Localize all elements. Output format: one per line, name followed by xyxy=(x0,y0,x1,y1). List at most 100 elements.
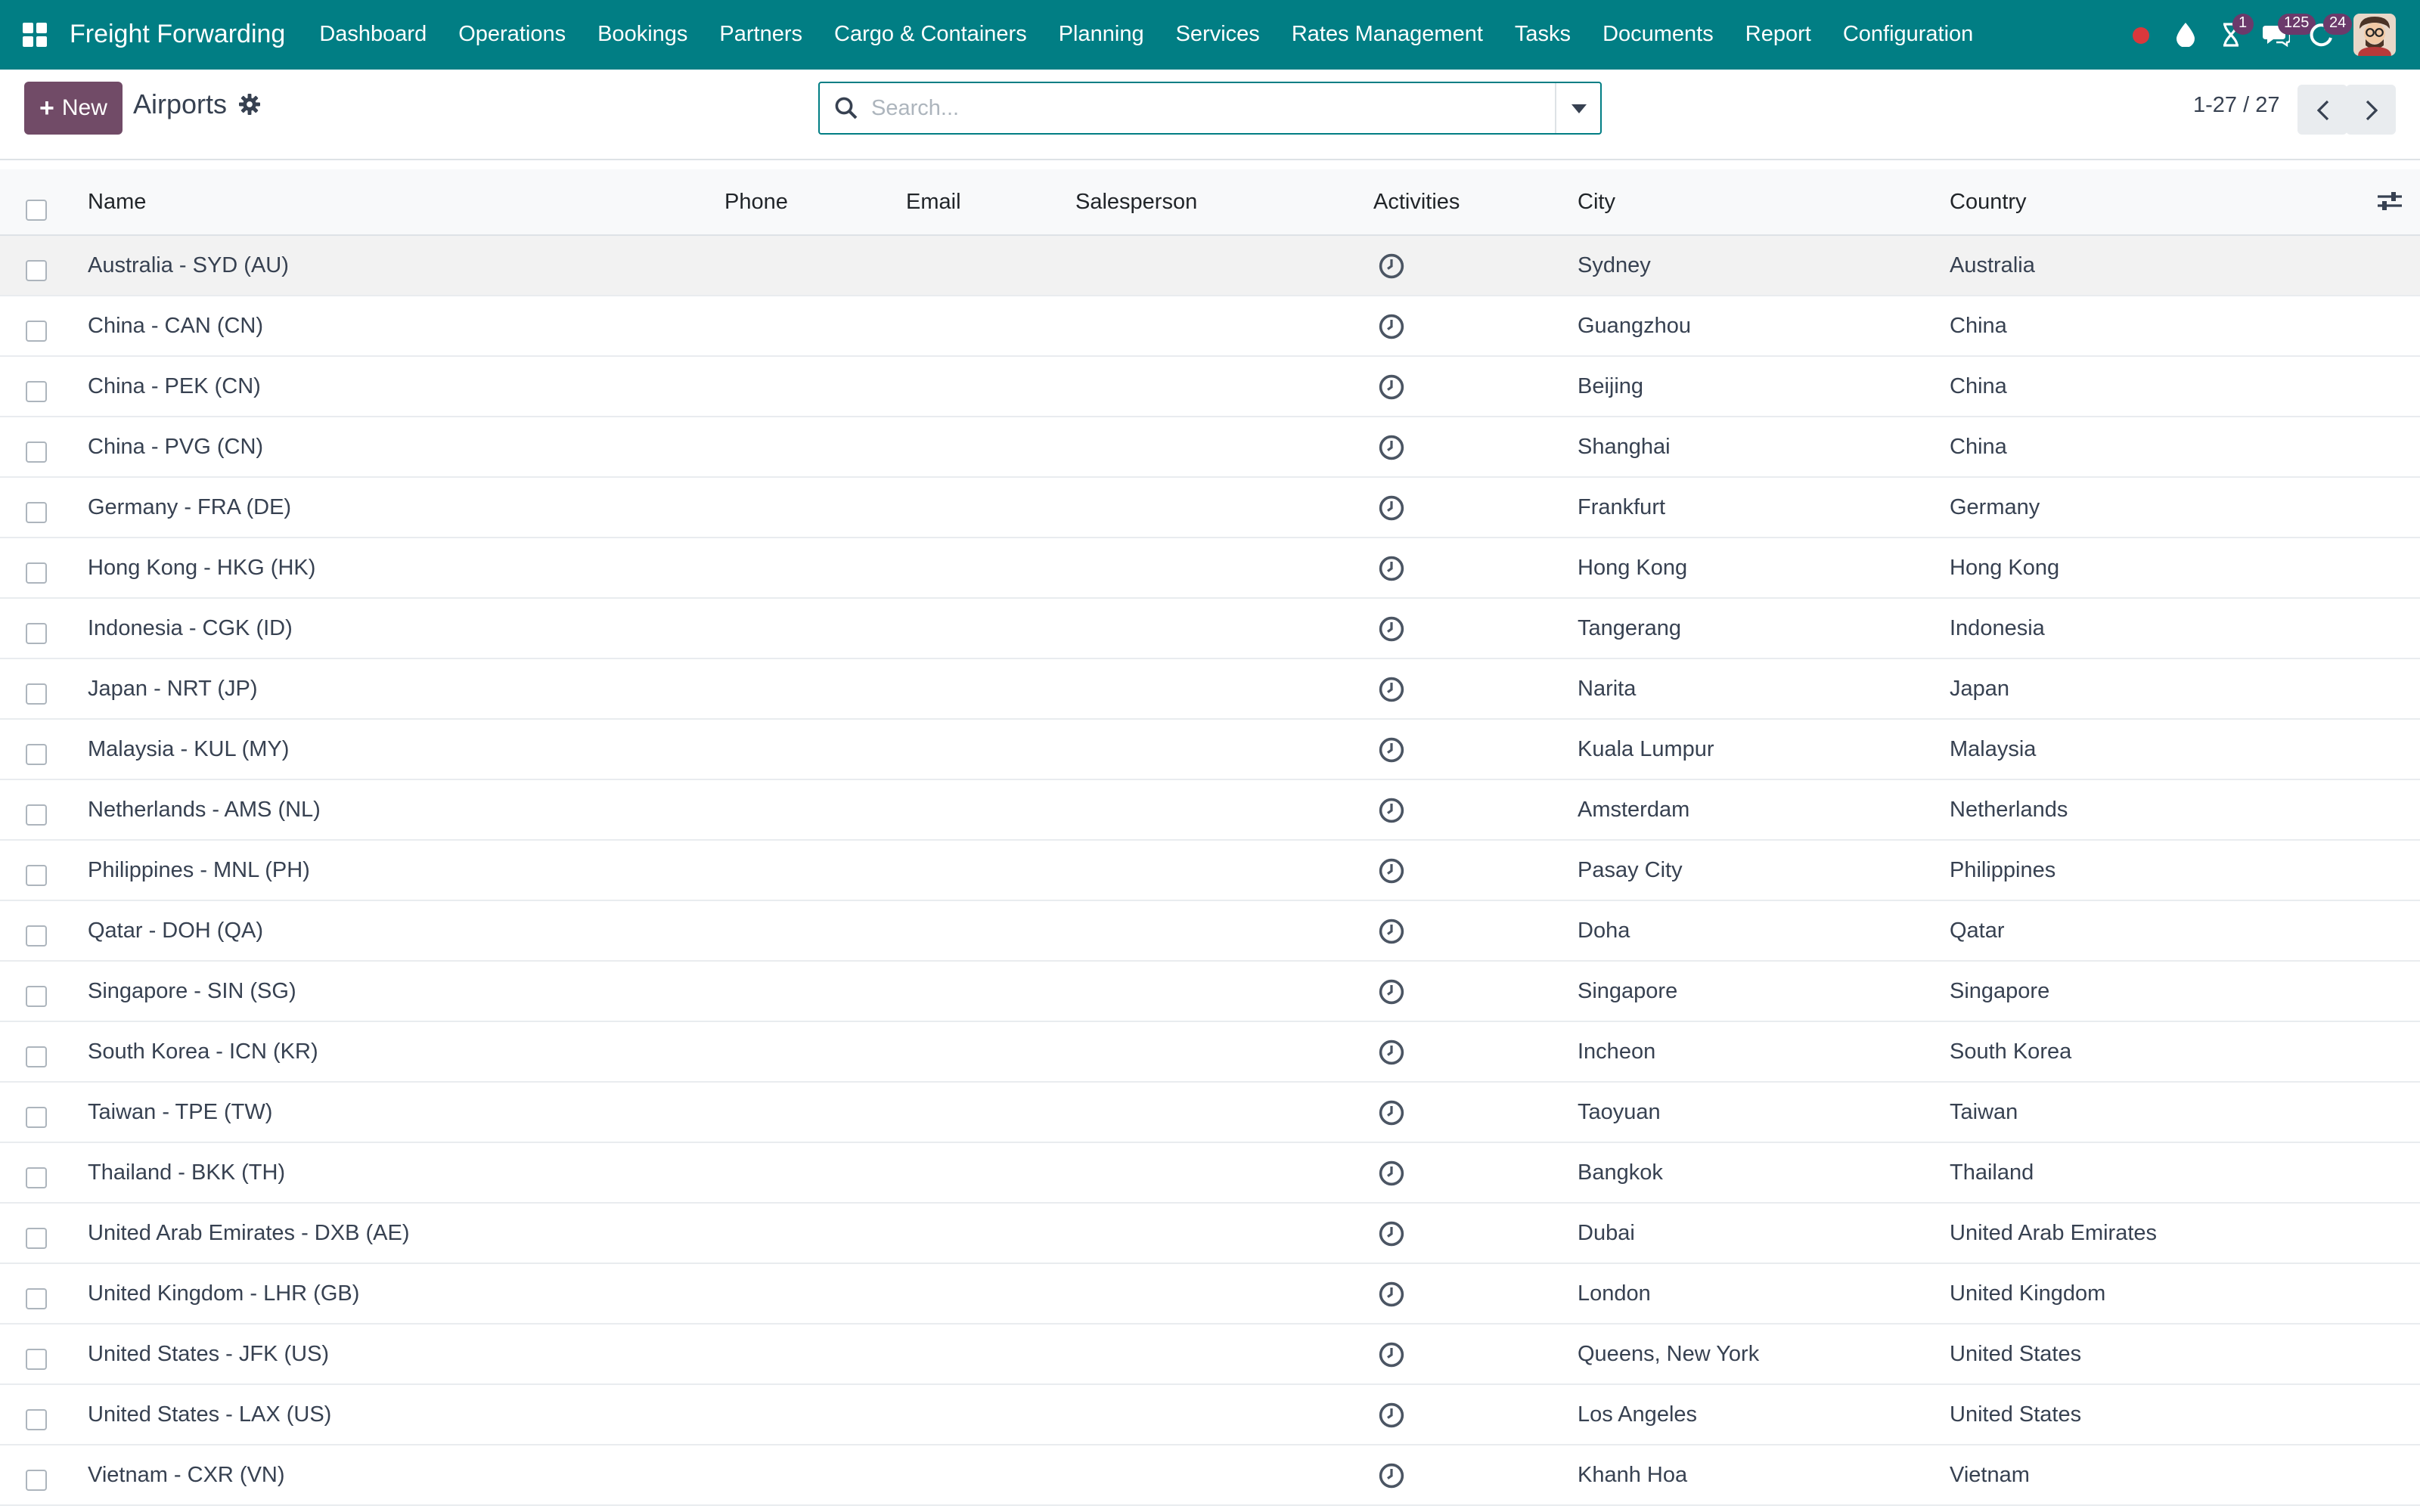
table-row[interactable]: Germany - FRA (DE) Frankfurt Germany xyxy=(0,478,2420,538)
column-header-name[interactable]: Name xyxy=(88,169,146,236)
table-row[interactable]: United States - LAX (US) Los Angeles Unite… xyxy=(0,1385,2420,1445)
table-row[interactable]: China - PEK (CN) Beijing China xyxy=(0,357,2420,417)
drop-button[interactable] xyxy=(2163,0,2208,70)
row-checkbox[interactable] xyxy=(26,502,47,523)
row-checkbox[interactable] xyxy=(26,1046,47,1067)
messages-button[interactable]: 125 xyxy=(2254,0,2316,70)
activity-clock-icon[interactable] xyxy=(1378,1220,1405,1247)
activity-clock-icon[interactable] xyxy=(1378,918,1405,945)
activity-clock-icon[interactable] xyxy=(1378,1160,1405,1187)
menu-item-documents[interactable]: Documents xyxy=(1587,0,1730,70)
row-checkbox[interactable] xyxy=(26,1228,47,1249)
row-checkbox[interactable] xyxy=(26,1349,47,1370)
table-row[interactable]: Hong Kong - HKG (HK) Hong Kong Hong Kong xyxy=(0,538,2420,599)
activity-clock-icon[interactable] xyxy=(1378,797,1405,824)
activity-clock-icon[interactable] xyxy=(1378,494,1405,522)
apps-menu-button[interactable] xyxy=(0,0,70,70)
activity-clock-icon[interactable] xyxy=(1378,1039,1405,1066)
menu-item-report[interactable]: Report xyxy=(1730,0,1827,70)
activity-clock-icon[interactable] xyxy=(1378,857,1405,885)
table-row[interactable]: Netherlands - AMS (NL) Amsterdam Netherlan… xyxy=(0,780,2420,841)
table-row[interactable]: Vietnam - CXR (VN) Khanh Hoa Vietnam xyxy=(0,1445,2420,1506)
activity-clock-icon[interactable] xyxy=(1378,1402,1405,1429)
user-avatar[interactable] xyxy=(2353,14,2396,56)
search-input[interactable] xyxy=(871,85,1555,132)
select-all-checkbox[interactable] xyxy=(26,200,47,221)
row-checkbox[interactable] xyxy=(26,925,47,947)
row-checkbox[interactable] xyxy=(26,260,47,281)
activity-clock-icon[interactable] xyxy=(1378,736,1405,764)
row-checkbox[interactable] xyxy=(26,562,47,584)
table-row[interactable]: Australia - SYD (AU) Sydney Australia xyxy=(0,236,2420,296)
activity-clock-icon[interactable] xyxy=(1378,615,1405,643)
table-row[interactable]: Indonesia - CGK (ID) Tangerang Indonesia xyxy=(0,599,2420,659)
table-row[interactable]: Singapore - SIN (SG) Singapore Singapore xyxy=(0,962,2420,1022)
row-checkbox[interactable] xyxy=(26,623,47,644)
row-checkbox[interactable] xyxy=(26,1409,47,1430)
menu-item-dashboard[interactable]: Dashboard xyxy=(303,0,442,70)
optional-columns-sliders-icon[interactable] xyxy=(2376,187,2403,215)
row-checkbox[interactable] xyxy=(26,986,47,1007)
activity-clock-icon[interactable] xyxy=(1378,978,1405,1005)
gear-icon[interactable] xyxy=(239,94,260,115)
activity-clock-icon[interactable] xyxy=(1378,555,1405,582)
row-checkbox[interactable] xyxy=(26,1288,47,1309)
pager-next-button[interactable] xyxy=(2346,85,2396,135)
table-row[interactable]: South Korea - ICN (KR) Incheon South Korea xyxy=(0,1022,2420,1083)
row-checkbox[interactable] xyxy=(26,442,47,463)
row-checkbox[interactable] xyxy=(26,1107,47,1128)
table-row[interactable]: Malaysia - KUL (MY) Kuala Lumpur Malaysia xyxy=(0,720,2420,780)
row-checkbox[interactable] xyxy=(26,683,47,705)
record-indicator[interactable] xyxy=(2118,0,2163,70)
menu-item-operations[interactable]: Operations xyxy=(442,0,582,70)
activity-clock-icon[interactable] xyxy=(1378,1462,1405,1489)
table-row[interactable]: Philippines - MNL (PH) Pasay City Philippi… xyxy=(0,841,2420,901)
column-header-salesperson[interactable]: Salesperson xyxy=(1075,169,1197,236)
new-button[interactable]: + New xyxy=(24,82,123,135)
pager-value[interactable]: 1-27 / 27 xyxy=(2193,94,2280,118)
pager-previous-button[interactable] xyxy=(2297,85,2347,135)
menu-item-services[interactable]: Services xyxy=(1160,0,1276,70)
table-row[interactable]: China - PVG (CN) Shanghai China xyxy=(0,417,2420,478)
row-checkbox[interactable] xyxy=(26,1167,47,1188)
activity-clock-icon[interactable] xyxy=(1378,1281,1405,1308)
column-header-activities[interactable]: Activities xyxy=(1373,169,1460,236)
column-header-phone[interactable]: Phone xyxy=(724,169,788,236)
menu-item-cargo-containers[interactable]: Cargo & Containers xyxy=(818,0,1043,70)
table-row[interactable]: Japan - NRT (JP) Narita Japan xyxy=(0,659,2420,720)
table-row[interactable]: China - CAN (CN) Guangzhou China xyxy=(0,296,2420,357)
updates-button[interactable]: 24 xyxy=(2299,0,2353,70)
app-brand[interactable]: Freight Forwarding xyxy=(70,20,285,50)
table-row[interactable]: United Kingdom - LHR (GB) London United Ki… xyxy=(0,1264,2420,1325)
row-checkbox[interactable] xyxy=(26,381,47,402)
activities-button[interactable]: 1 xyxy=(2208,0,2254,70)
table-row[interactable]: United Arab Emirates - DXB (AE) Dubai Unit… xyxy=(0,1204,2420,1264)
table-row[interactable]: Taiwan - TPE (TW) Taoyuan Taiwan xyxy=(0,1083,2420,1143)
table-row[interactable]: United States - JFK (US) Queens, New York… xyxy=(0,1325,2420,1385)
menu-item-bookings[interactable]: Bookings xyxy=(582,0,703,70)
column-header-country[interactable]: Country xyxy=(1950,169,2027,236)
activity-clock-icon[interactable] xyxy=(1378,253,1405,280)
row-checkbox[interactable] xyxy=(26,865,47,886)
row-checkbox[interactable] xyxy=(26,804,47,826)
row-checkbox[interactable] xyxy=(26,744,47,765)
table-row[interactable]: Qatar - DOH (QA) Doha Qatar xyxy=(0,901,2420,962)
row-checkbox[interactable] xyxy=(26,1470,47,1491)
menu-item-configuration[interactable]: Configuration xyxy=(1827,0,1990,70)
menu-item-partners[interactable]: Partners xyxy=(703,0,818,70)
activity-clock-icon[interactable] xyxy=(1378,1341,1405,1368)
row-checkbox[interactable] xyxy=(26,321,47,342)
column-header-city[interactable]: City xyxy=(1578,169,1615,236)
column-header-email[interactable]: Email xyxy=(906,169,961,236)
activity-clock-icon[interactable] xyxy=(1378,313,1405,340)
activity-clock-icon[interactable] xyxy=(1378,373,1405,401)
search-options-toggle[interactable] xyxy=(1555,83,1600,133)
cell-name: Netherlands - AMS (NL) xyxy=(88,798,321,823)
activity-clock-icon[interactable] xyxy=(1378,676,1405,703)
menu-item-planning[interactable]: Planning xyxy=(1043,0,1160,70)
table-row[interactable]: Thailand - BKK (TH) Bangkok Thailand xyxy=(0,1143,2420,1204)
activity-clock-icon[interactable] xyxy=(1378,1099,1405,1126)
activity-clock-icon[interactable] xyxy=(1378,434,1405,461)
menu-item-tasks[interactable]: Tasks xyxy=(1499,0,1587,70)
menu-item-rates-management[interactable]: Rates Management xyxy=(1276,0,1499,70)
